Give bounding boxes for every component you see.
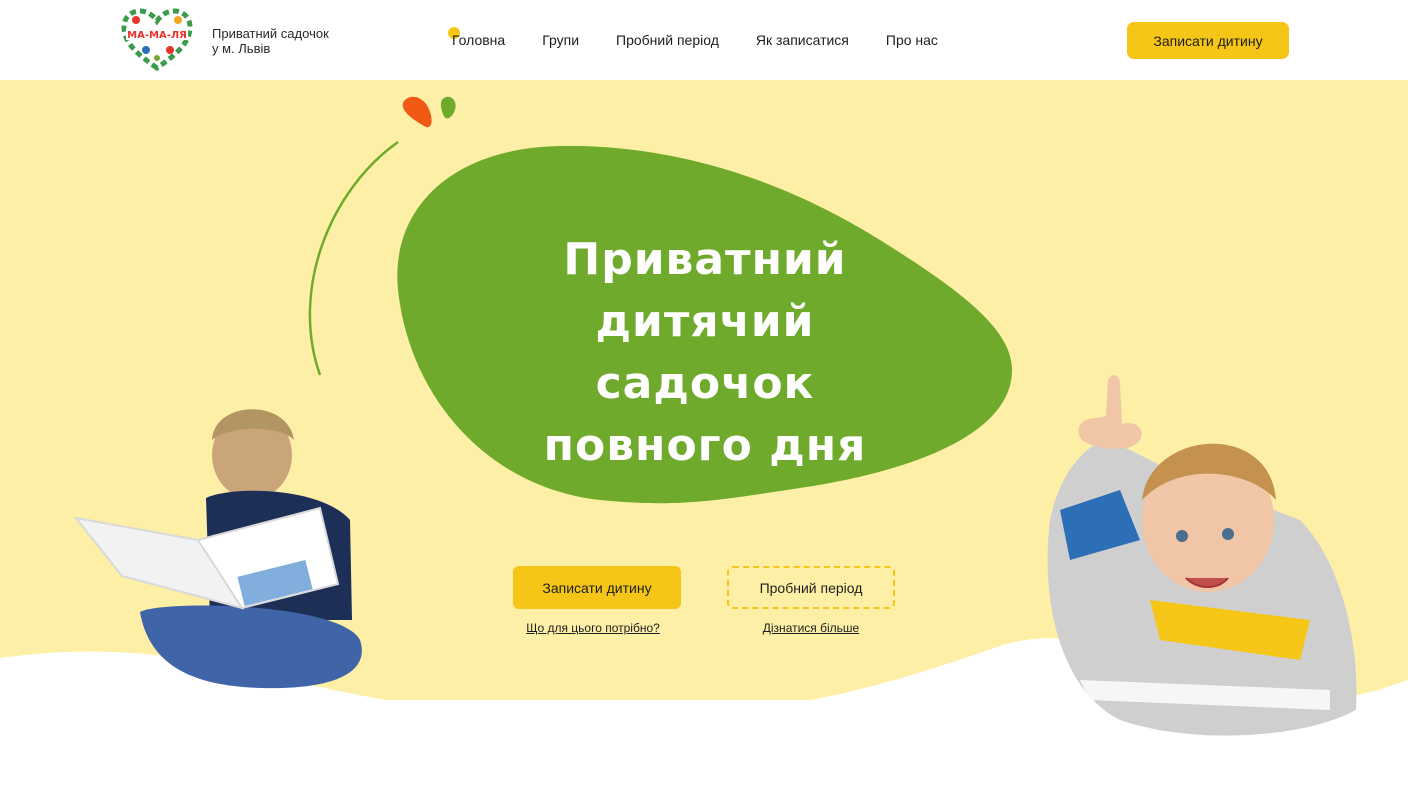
nav-about[interactable]: Про нас: [886, 31, 938, 49]
boy2-eye-right: [1222, 528, 1234, 540]
logo-tagline: Приватний садочок у м. Львів: [212, 26, 329, 56]
hero-title-line1: Приватний: [563, 234, 847, 286]
boy2-eye-left: [1176, 530, 1188, 542]
nav-groups[interactable]: Групи: [542, 31, 579, 49]
hero-enroll-button[interactable]: Записати дитину: [513, 566, 681, 609]
tagline-line1: Приватний садочок: [212, 26, 329, 41]
what-is-needed-link[interactable]: Що для цього потрібно?: [513, 621, 673, 635]
site-header: МА-МА-ЛЯ Приватний садочок у м. Львів Го…: [0, 0, 1408, 80]
tagline-line2: у м. Львів: [212, 41, 271, 56]
hero-title-line3: садочок: [595, 358, 815, 410]
hero-title: Приватний дитячий садочок повного дня: [470, 229, 940, 477]
logo-heart-icon[interactable]: МА-МА-ЛЯ: [118, 6, 196, 74]
nav-home[interactable]: Головна: [448, 27, 506, 49]
svg-text:МА-МА-ЛЯ: МА-МА-ЛЯ: [127, 30, 187, 41]
hero-title-line2: дитячий: [595, 296, 815, 348]
header-enroll-button[interactable]: Записати дитину: [1127, 22, 1289, 59]
nav-home-label: Головна: [452, 32, 506, 48]
nav-trial-period[interactable]: Пробний період: [616, 31, 719, 49]
nav-how-to-enroll[interactable]: Як записатися: [756, 31, 849, 49]
learn-more-link[interactable]: Дізнатися більше: [727, 621, 895, 635]
hero-trial-button[interactable]: Пробний період: [727, 566, 895, 609]
main-nav: Головна Групи Пробний період Як записати…: [448, 27, 975, 49]
hero-title-line4: повного дня: [543, 420, 867, 472]
